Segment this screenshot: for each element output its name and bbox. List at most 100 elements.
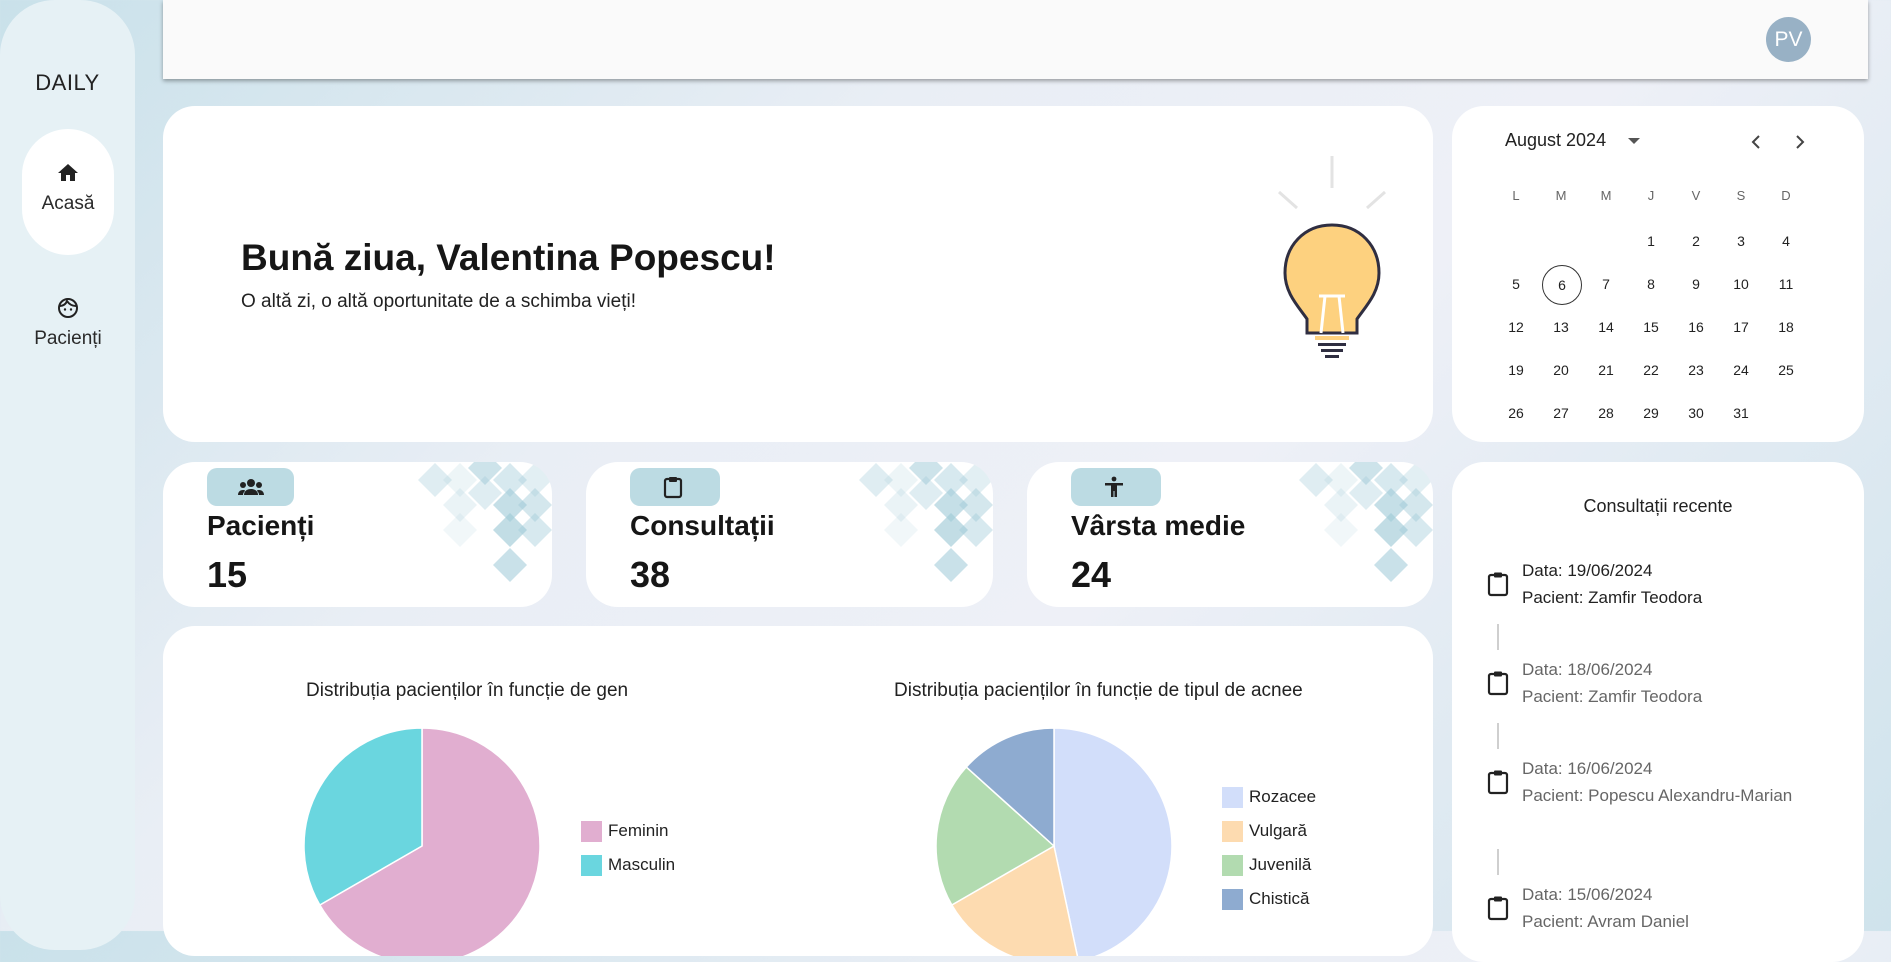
weekday-label: V bbox=[1691, 188, 1701, 203]
clipboard-icon bbox=[1487, 896, 1509, 921]
calendar-day[interactable]: 15 bbox=[1633, 309, 1669, 345]
calendar-day[interactable]: 17 bbox=[1723, 309, 1759, 345]
calendar-day[interactable]: 23 bbox=[1678, 352, 1714, 388]
chevron-left-icon[interactable] bbox=[1744, 130, 1768, 154]
greeting-title: Bună ziua, Valentina Popescu! bbox=[241, 237, 776, 278]
calendar-day[interactable]: 14 bbox=[1588, 309, 1624, 345]
decorative-diamond bbox=[443, 513, 477, 547]
avatar[interactable]: PV bbox=[1766, 17, 1811, 62]
calendar-day[interactable]: 31 bbox=[1723, 395, 1759, 431]
chevron-right-icon[interactable] bbox=[1788, 130, 1812, 154]
clipboard-icon bbox=[1487, 671, 1509, 696]
calendar-day[interactable]: 30 bbox=[1678, 395, 1714, 431]
stat-card-varsta: Vârsta medie 24 bbox=[1027, 462, 1433, 607]
recent-consultation-text: Data: 16/06/2024 Pacient: Popescu Alexand… bbox=[1522, 755, 1812, 809]
sidebar-item-acasa[interactable]: Acasă bbox=[22, 129, 114, 255]
stat-value: 15 bbox=[207, 554, 248, 595]
consultation-date: Data: 18/06/2024 bbox=[1522, 660, 1653, 679]
calendar-day[interactable]: 25 bbox=[1768, 352, 1804, 388]
calendar-day[interactable]: 19 bbox=[1498, 352, 1534, 388]
calendar-day[interactable]: 9 bbox=[1678, 266, 1714, 302]
sidebar: DAILY Acasă Pacienți bbox=[0, 0, 135, 950]
top-bar bbox=[163, 0, 1868, 79]
legend-item[interactable]: Feminin bbox=[581, 821, 669, 843]
calendar-day[interactable]: 27 bbox=[1543, 395, 1579, 431]
legend-label: Feminin bbox=[608, 821, 669, 840]
consultation-patient: Pacient: Zamfir Teodora bbox=[1522, 687, 1703, 706]
weekday-label: M bbox=[1600, 188, 1612, 203]
chevron-down-icon[interactable] bbox=[1628, 138, 1640, 144]
recent-consultation-text: Data: 19/06/2024 Pacient: Zamfir Teodora bbox=[1522, 557, 1812, 611]
calendar-day[interactable]: 20 bbox=[1543, 352, 1579, 388]
face-icon bbox=[58, 298, 78, 318]
calendar-day[interactable]: 3 bbox=[1723, 223, 1759, 259]
timeline-connector bbox=[1497, 624, 1499, 650]
calendar-day[interactable]: 2 bbox=[1678, 223, 1714, 259]
decorative-diamond bbox=[1399, 513, 1433, 547]
legend-label: Masculin bbox=[608, 855, 676, 874]
decorative-diamonds bbox=[418, 462, 552, 582]
calendar-day[interactable]: 18 bbox=[1768, 309, 1804, 345]
stat-title: Pacienți bbox=[207, 510, 315, 541]
consultation-patient: Pacient: Popescu Alexandru-Marian bbox=[1522, 786, 1793, 805]
calendar-card: August 2024 L M M J V S D 1 2 3 4 5 6 7 8 9 10 11 12 13 14 15… bbox=[1452, 106, 1864, 442]
acne-pie-chart bbox=[936, 728, 1173, 956]
legend-item[interactable]: Rozacee bbox=[1222, 787, 1317, 809]
sidebar-item-pacienti[interactable]: Pacienți bbox=[22, 264, 114, 390]
legend-item[interactable]: Juvenilă bbox=[1222, 855, 1312, 877]
calendar-day[interactable]: 21 bbox=[1588, 352, 1624, 388]
calendar-day[interactable]: 26 bbox=[1498, 395, 1534, 431]
legend-swatch bbox=[1222, 787, 1243, 809]
decorative-diamond bbox=[884, 513, 918, 547]
consultation-date: Data: 15/06/2024 bbox=[1522, 885, 1653, 904]
calendar-day[interactable]: 11 bbox=[1768, 266, 1804, 302]
calendar-day[interactable]: 29 bbox=[1633, 395, 1669, 431]
lightbulb-person-illustration bbox=[1278, 156, 1386, 358]
stat-title: Consultații bbox=[630, 510, 775, 541]
decorative-diamond bbox=[1324, 513, 1358, 547]
weekday-label: J bbox=[1647, 188, 1655, 203]
calendar-day[interactable]: 4 bbox=[1768, 223, 1804, 259]
stat-value: 38 bbox=[630, 554, 671, 595]
gender-pie-chart bbox=[304, 728, 541, 956]
sidebar-item-label: Pacienți bbox=[34, 328, 102, 349]
home-icon bbox=[58, 164, 78, 181]
recent-title: Consultații recente bbox=[1583, 496, 1733, 516]
calendar-day[interactable]: 13 bbox=[1543, 309, 1579, 345]
legend-item[interactable]: Vulgară bbox=[1222, 821, 1307, 843]
stat-card-pacienti: Pacienți 15 bbox=[163, 462, 552, 607]
decorative-diamond bbox=[518, 513, 552, 547]
calendar-day[interactable]: 24 bbox=[1723, 352, 1759, 388]
weekday-label: M bbox=[1555, 188, 1567, 203]
consultation-date: Data: 19/06/2024 bbox=[1522, 561, 1653, 580]
calendar-day[interactable]: 10 bbox=[1723, 266, 1759, 302]
group-icon bbox=[238, 479, 264, 495]
decorative-diamond bbox=[1374, 548, 1408, 582]
calendar-day[interactable]: 5 bbox=[1498, 266, 1534, 302]
welcome-card: Bună ziua, Valentina Popescu! O altă zi,… bbox=[163, 106, 1433, 442]
legend-item[interactable]: Chistică bbox=[1222, 889, 1309, 911]
calendar-day[interactable]: 8 bbox=[1633, 266, 1669, 302]
decorative-diamond bbox=[934, 548, 968, 582]
legend-label: Juvenilă bbox=[1249, 855, 1312, 874]
calendar-day[interactable]: 22 bbox=[1633, 352, 1669, 388]
stat-title: Vârsta medie bbox=[1071, 510, 1246, 541]
stat-badge bbox=[1071, 468, 1161, 506]
stat-badge bbox=[630, 468, 720, 506]
calendar-month-label[interactable]: August 2024 bbox=[1505, 130, 1606, 151]
legend-swatch bbox=[1222, 821, 1243, 843]
legend-item[interactable]: Masculin bbox=[581, 855, 676, 877]
calendar-day[interactable]: 28 bbox=[1588, 395, 1624, 431]
decorative-diamond bbox=[493, 548, 527, 582]
legend-label: Vulgară bbox=[1249, 821, 1307, 840]
pie-slice-rozacee[interactable] bbox=[1053, 728, 1173, 956]
calendar-day[interactable]: 1 bbox=[1633, 223, 1669, 259]
legend-swatch bbox=[581, 821, 602, 843]
calendar-day[interactable]: 12 bbox=[1498, 309, 1534, 345]
calendar-day[interactable]: 7 bbox=[1588, 266, 1624, 302]
calendar-day-today[interactable]: 6 bbox=[1542, 265, 1582, 305]
calendar-day[interactable]: 16 bbox=[1678, 309, 1714, 345]
legend-label: Rozacee bbox=[1249, 787, 1317, 806]
stat-value: 24 bbox=[1071, 554, 1112, 595]
clipboard-icon bbox=[663, 477, 683, 499]
